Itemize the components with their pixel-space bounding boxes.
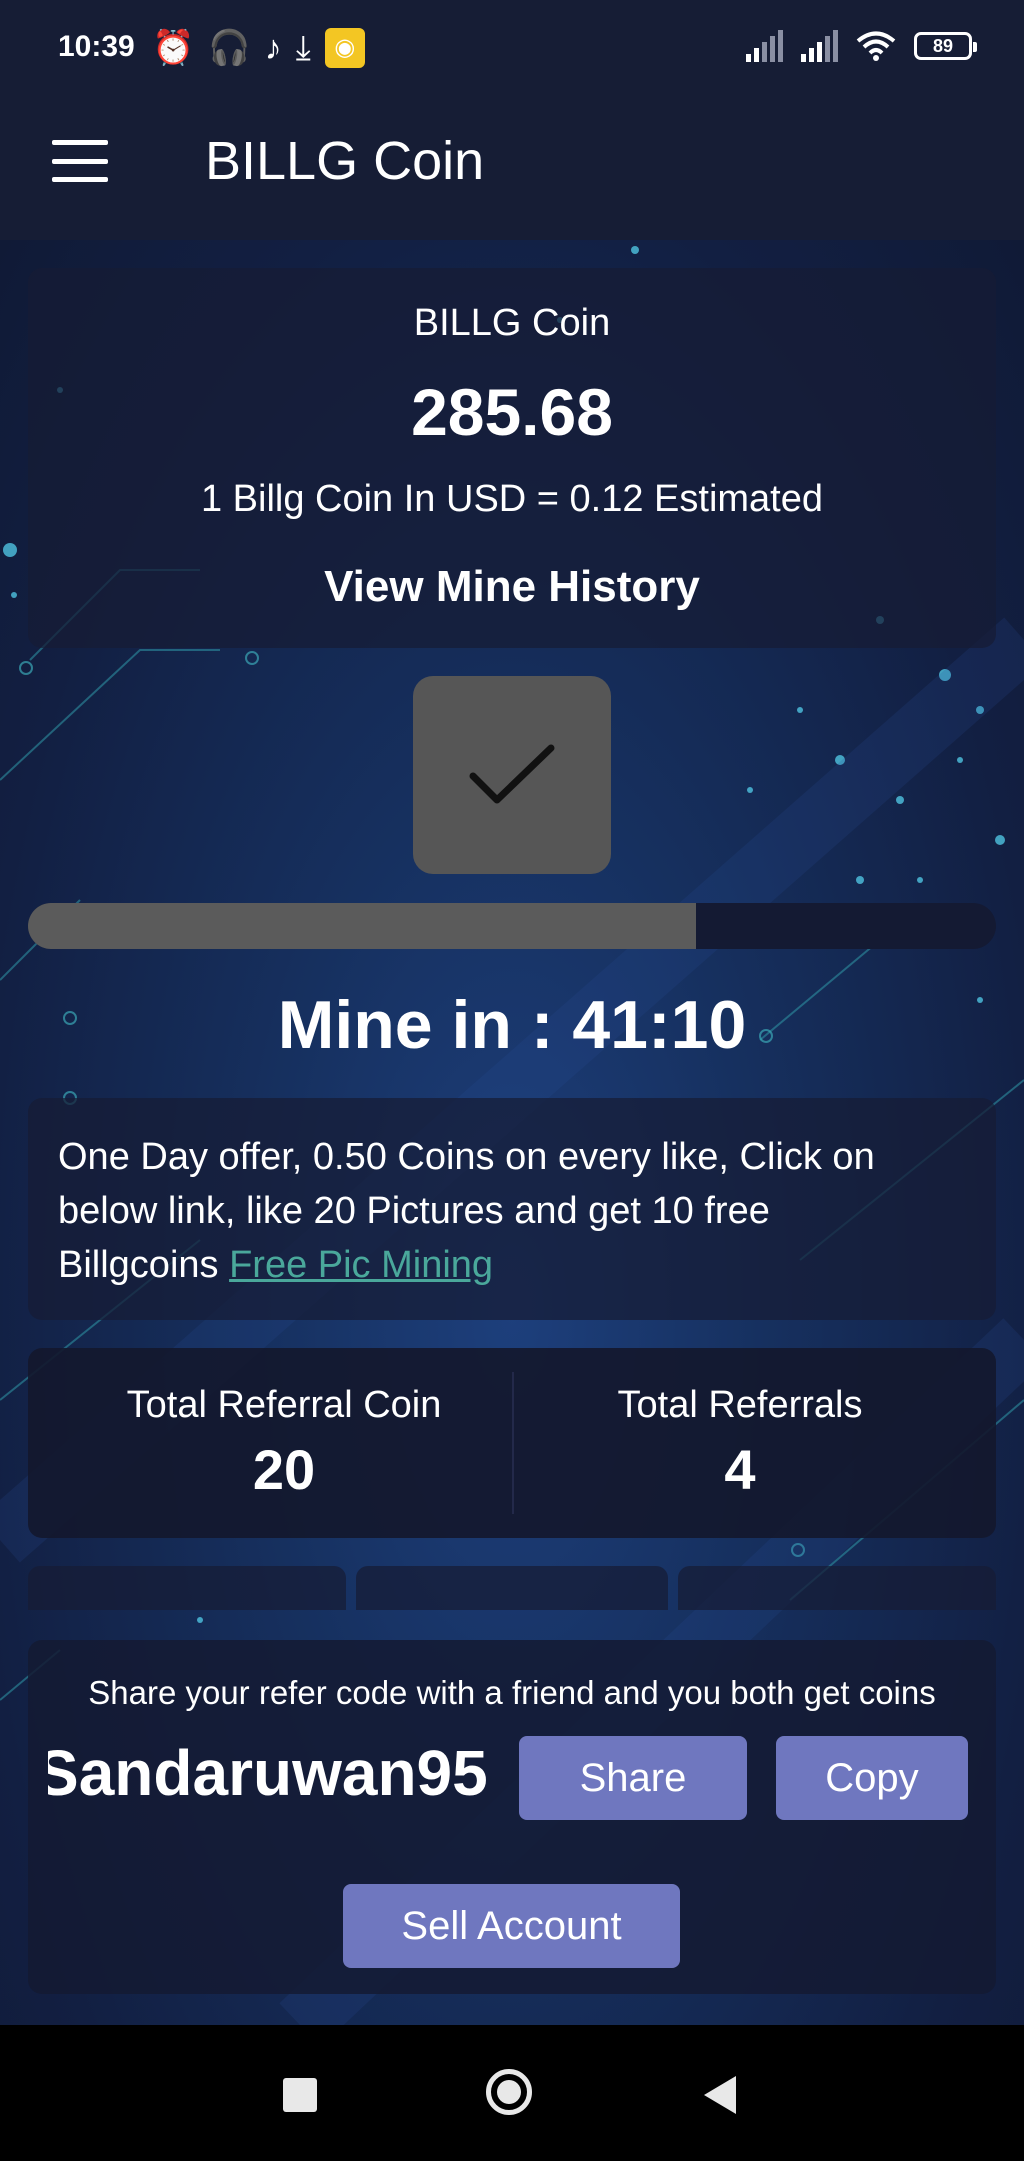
clipped-tile[interactable] xyxy=(356,1566,668,1610)
coin-balance: 285.68 xyxy=(411,375,613,449)
offer-text: One Day offer, 0.50 Coins on every like,… xyxy=(58,1130,918,1292)
mine-countdown: Mine in : 41:10 xyxy=(277,987,747,1063)
referral-coin-stat: Total Referral Coin 20 xyxy=(42,1384,526,1502)
battery-level: 89 xyxy=(932,35,954,56)
status-bar: 10:39 ⏰ 🎧 ♪ ⤓ ◉ 89 xyxy=(0,0,1024,100)
home-icon[interactable] xyxy=(486,2069,532,2115)
view-mine-history-link[interactable]: View Mine History xyxy=(0,562,1024,612)
status-system-icons: 89 xyxy=(746,30,977,62)
app-title: BILLG Coin xyxy=(205,131,485,191)
share-hint: Share your refer code with a friend and … xyxy=(88,1674,936,1711)
share-button[interactable]: Share xyxy=(519,1736,747,1820)
mining-progress-fill xyxy=(28,903,696,949)
app-bar: BILLG Coin xyxy=(0,100,1024,240)
referral-coin-label: Total Referral Coin xyxy=(126,1384,442,1426)
battery-icon: 89 xyxy=(914,32,977,60)
hamburger-menu-icon[interactable] xyxy=(52,140,108,182)
download-icon: ⤓ xyxy=(295,29,311,67)
referral-coin-value: 20 xyxy=(252,1438,316,1501)
status-notification-icons: ⏰ 🎧 ♪ ⤓ ◉ xyxy=(152,26,365,70)
headphones-icon: 🎧 xyxy=(208,29,251,67)
free-pic-mining-link[interactable]: Free Pic Mining xyxy=(229,1244,493,1286)
clipped-tile[interactable] xyxy=(28,1566,346,1610)
tiktok-icon: ♪ xyxy=(264,29,282,67)
checkmark-icon xyxy=(469,744,555,804)
wifi-icon xyxy=(856,31,896,61)
back-icon[interactable] xyxy=(704,2076,736,2114)
mining-progress-bar xyxy=(28,903,996,949)
camera-app-icon: ◉ xyxy=(324,28,365,68)
clipped-tile[interactable] xyxy=(678,1566,996,1610)
referral-count-value: 4 xyxy=(724,1438,756,1501)
status-time: 10:39 xyxy=(58,30,135,63)
refer-code-text: Sandaruwan95 xyxy=(48,1737,488,1809)
mine-button[interactable] xyxy=(413,676,611,874)
copy-button[interactable]: Copy xyxy=(776,1736,968,1820)
signal-2-icon xyxy=(801,30,838,62)
refer-code: Sandaruwan95 xyxy=(48,1736,498,1810)
recent-apps-icon[interactable] xyxy=(283,2078,317,2112)
usd-rate: 1 Billg Coin In USD = 0.12 Estimated xyxy=(200,478,824,520)
signal-1-icon xyxy=(746,30,783,62)
referral-count-label: Total Referrals xyxy=(617,1384,863,1426)
alarm-icon: ⏰ xyxy=(152,29,195,67)
referral-count-stat: Total Referrals 4 xyxy=(498,1384,982,1502)
sell-account-button[interactable]: Sell Account xyxy=(343,1884,680,1968)
clipped-tiles-row xyxy=(28,1566,996,1610)
coin-name: BILLG Coin xyxy=(413,302,611,344)
